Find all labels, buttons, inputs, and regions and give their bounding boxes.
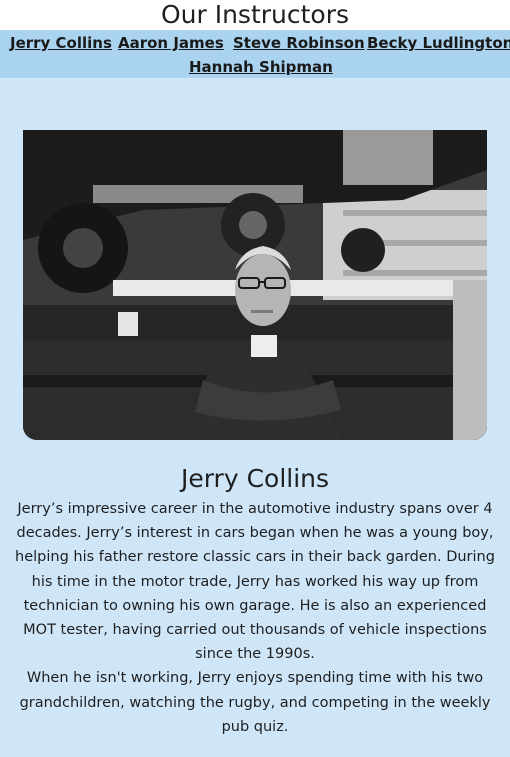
nav-link-hannah-shipman[interactable]: Hannah Shipman [189,57,333,77]
bio-paragraph: When he isn't working, Jerry enjoys spen… [19,670,491,735]
nav-link-becky-ludlington[interactable]: Becky Ludlington [367,33,510,53]
nav-link-steve-robinson[interactable]: Steve Robinson [233,33,365,53]
instructor-bio: Jerry’s impressive career in the automot… [14,497,496,739]
instructor-name: Jerry Collins [180,464,330,493]
instructor-nav: Jerry Collins Aaron James Steve Robinson… [0,30,510,78]
page-title: Our Instructors [160,0,350,29]
bio-paragraph: Jerry’s impressive career in the automot… [15,501,495,663]
nav-link-aaron-james[interactable]: Aaron James [118,33,224,53]
instructor-photo [23,130,487,440]
instructor-profile: Jerry Collins Jerry’s impressive career … [0,78,510,757]
nav-link-jerry-collins[interactable]: Jerry Collins [10,33,112,53]
